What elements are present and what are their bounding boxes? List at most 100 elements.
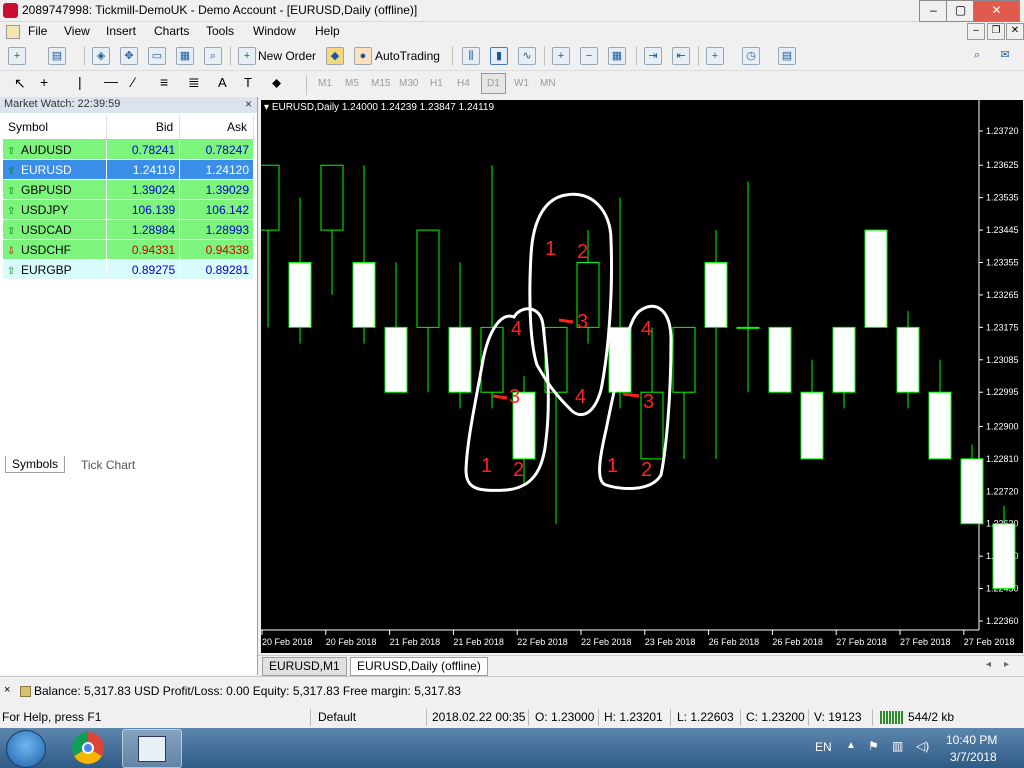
inner-minimize-button[interactable]: – xyxy=(967,23,985,40)
autoscroll-icon[interactable]: ⇥ xyxy=(644,47,662,65)
symbol-cell: ⇧ USDJPY xyxy=(3,199,107,220)
text-icon[interactable]: A xyxy=(218,75,227,90)
volume-icon[interactable]: ◁) xyxy=(916,739,929,753)
tile-windows-icon[interactable]: ▦ xyxy=(608,47,626,65)
tab-tick-chart[interactable]: Tick Chart xyxy=(75,457,141,473)
title-bar: 2089747998: Tickmill-DemoUK - Demo Accou… xyxy=(0,0,1024,22)
date-label: 21 Feb 2018 xyxy=(453,637,504,647)
close-icon[interactable]: × xyxy=(245,97,252,111)
clock-date[interactable]: 3/7/2018 xyxy=(950,750,997,764)
status-bar: For Help, press F1 Default 2018.02.22 00… xyxy=(0,707,1024,728)
tray-expand-icon[interactable]: ▲ xyxy=(846,740,856,751)
folder-icon[interactable]: ▭ xyxy=(148,47,166,65)
tf-d1[interactable]: D1 xyxy=(481,73,506,94)
indicators-icon[interactable]: + xyxy=(706,47,724,65)
periods-icon[interactable]: ◷ xyxy=(742,47,760,65)
channel-icon[interactable]: ≡ xyxy=(160,74,168,90)
scroll-left-icon[interactable]: ◂ xyxy=(986,659,991,670)
tf-m30[interactable]: M30 xyxy=(399,78,418,89)
autotrading-button[interactable]: AutoTrading xyxy=(375,49,440,63)
metatrader-taskbar-button[interactable] xyxy=(122,729,182,768)
terminal-icon[interactable]: ▦ xyxy=(176,47,194,65)
market-watch-row[interactable]: ⇩ USDCHF 0.94331 0.94338 xyxy=(3,239,254,260)
tf-mn[interactable]: MN xyxy=(540,78,556,89)
menu-file[interactable]: File xyxy=(28,24,47,38)
market-watch-row[interactable]: ⇧ EURGBP 0.89275 0.89281 xyxy=(3,259,254,280)
tf-h4[interactable]: H4 xyxy=(457,78,470,89)
symbol-cell: ⇧ AUDUSD xyxy=(3,139,107,160)
action-center-icon[interactable]: ⚑ xyxy=(868,739,879,753)
bid-cell: 0.94331 xyxy=(106,239,181,260)
inner-restore-button[interactable]: ❐ xyxy=(987,23,1005,40)
network-icon[interactable]: ▥ xyxy=(892,739,903,753)
tab-eurusd-m1[interactable]: EURUSD,M1 xyxy=(262,657,347,676)
vertical-line-icon[interactable]: | xyxy=(78,74,82,90)
templates-icon[interactable]: ▤ xyxy=(778,47,796,65)
market-watch-row[interactable]: ⇧ USDCAD 1.28984 1.28993 xyxy=(3,219,254,240)
app-icon xyxy=(3,3,18,18)
zoom-in-icon[interactable]: + xyxy=(552,47,570,65)
navigator-icon[interactable]: ✥ xyxy=(120,47,138,65)
menu-tools[interactable]: Tools xyxy=(206,24,234,38)
new-order-icon[interactable]: + xyxy=(238,47,256,65)
chart-header: ▾ EURUSD,Daily 1.24000 1.24239 1.23847 1… xyxy=(264,102,495,113)
annotation-circle xyxy=(464,307,550,492)
menu-window[interactable]: Window xyxy=(253,24,296,38)
market-watch-panel: Market Watch: 22:39:59 × Symbol Bid Ask … xyxy=(0,97,258,675)
market-watch-row[interactable]: ⇧ EURUSD 1.24119 1.24120 xyxy=(3,159,254,180)
trendline-icon[interactable]: ⁄ xyxy=(132,74,134,90)
fibonacci-icon[interactable]: ≣ xyxy=(188,74,200,91)
tf-m15[interactable]: M15 xyxy=(371,78,390,89)
market-watch-row[interactable]: ⇧ AUDUSD 0.78241 0.78247 xyxy=(3,139,254,160)
horizontal-line-icon[interactable]: — xyxy=(104,73,118,89)
language-indicator[interactable]: EN xyxy=(815,740,832,754)
chart-shift-icon[interactable]: ⇤ xyxy=(672,47,690,65)
arrows-icon[interactable]: ⬥ xyxy=(272,75,281,91)
chart-area[interactable]: 1.23720 1.23625 1.23535 1.23445 1.23355 1.232… xyxy=(256,100,1023,653)
strategy-tester-icon[interactable]: ⌕ xyxy=(204,47,222,65)
scroll-right-icon[interactable]: ▸ xyxy=(1004,659,1009,670)
menu-view[interactable]: View xyxy=(64,24,90,38)
column-bid[interactable]: Bid xyxy=(106,115,181,140)
autotrading-icon[interactable]: ● xyxy=(354,47,372,65)
candlestick-icon[interactable]: ▮ xyxy=(490,47,508,65)
metaeditor-icon[interactable]: ◆ xyxy=(326,47,344,65)
bar-chart-icon[interactable]: ⫼ xyxy=(462,47,480,65)
tf-h1[interactable]: H1 xyxy=(430,78,443,89)
chrome-icon[interactable] xyxy=(72,732,104,764)
market-watch-icon[interactable]: ◈ xyxy=(92,47,110,65)
start-button[interactable] xyxy=(6,730,46,768)
line-chart-icon[interactable]: ∿ xyxy=(518,47,536,65)
close-icon[interactable]: × xyxy=(4,684,10,696)
maximize-button[interactable]: ▢ xyxy=(946,0,975,22)
menu-help[interactable]: Help xyxy=(315,24,340,38)
menu-insert[interactable]: Insert xyxy=(106,24,136,38)
tab-eurusd-daily[interactable]: EURUSD,Daily (offline) xyxy=(350,657,488,676)
menu-charts[interactable]: Charts xyxy=(154,24,189,38)
new-chart-icon[interactable]: + xyxy=(8,47,26,65)
column-symbol[interactable]: Symbol xyxy=(3,115,107,140)
tf-m1[interactable]: M1 xyxy=(318,78,332,89)
text-label-icon[interactable]: T xyxy=(244,75,252,90)
minimize-button[interactable]: – xyxy=(919,0,948,22)
tf-w1[interactable]: W1 xyxy=(514,78,529,89)
tab-symbols[interactable]: Symbols xyxy=(5,456,66,473)
price-label: 1.23085 xyxy=(986,355,1019,365)
price-label: 1.23445 xyxy=(986,225,1019,235)
clock-time[interactable]: 10:40 PM xyxy=(946,733,997,747)
zoom-out-icon[interactable]: − xyxy=(580,47,598,65)
inner-close-button[interactable]: ✕ xyxy=(1006,23,1024,40)
bid-cell: 1.39024 xyxy=(106,179,181,200)
chat-icon[interactable]: ✉ xyxy=(996,47,1014,65)
cursor-icon[interactable]: ↖ xyxy=(14,75,26,92)
symbol-cell: ⇧ EURGBP xyxy=(3,259,107,280)
new-order-button[interactable]: New Order xyxy=(258,49,316,63)
market-watch-row[interactable]: ⇧ USDJPY 106.139 106.142 xyxy=(3,199,254,220)
crosshair-icon[interactable]: + xyxy=(40,74,48,90)
profiles-icon[interactable]: ▤ xyxy=(48,47,66,65)
search-icon[interactable]: ⌕ xyxy=(968,47,986,65)
column-ask[interactable]: Ask xyxy=(179,115,254,140)
market-watch-row[interactable]: ⇧ GBPUSD 1.39024 1.39029 xyxy=(3,179,254,200)
tf-m5[interactable]: M5 xyxy=(345,78,359,89)
close-button[interactable]: ✕ xyxy=(973,0,1020,22)
